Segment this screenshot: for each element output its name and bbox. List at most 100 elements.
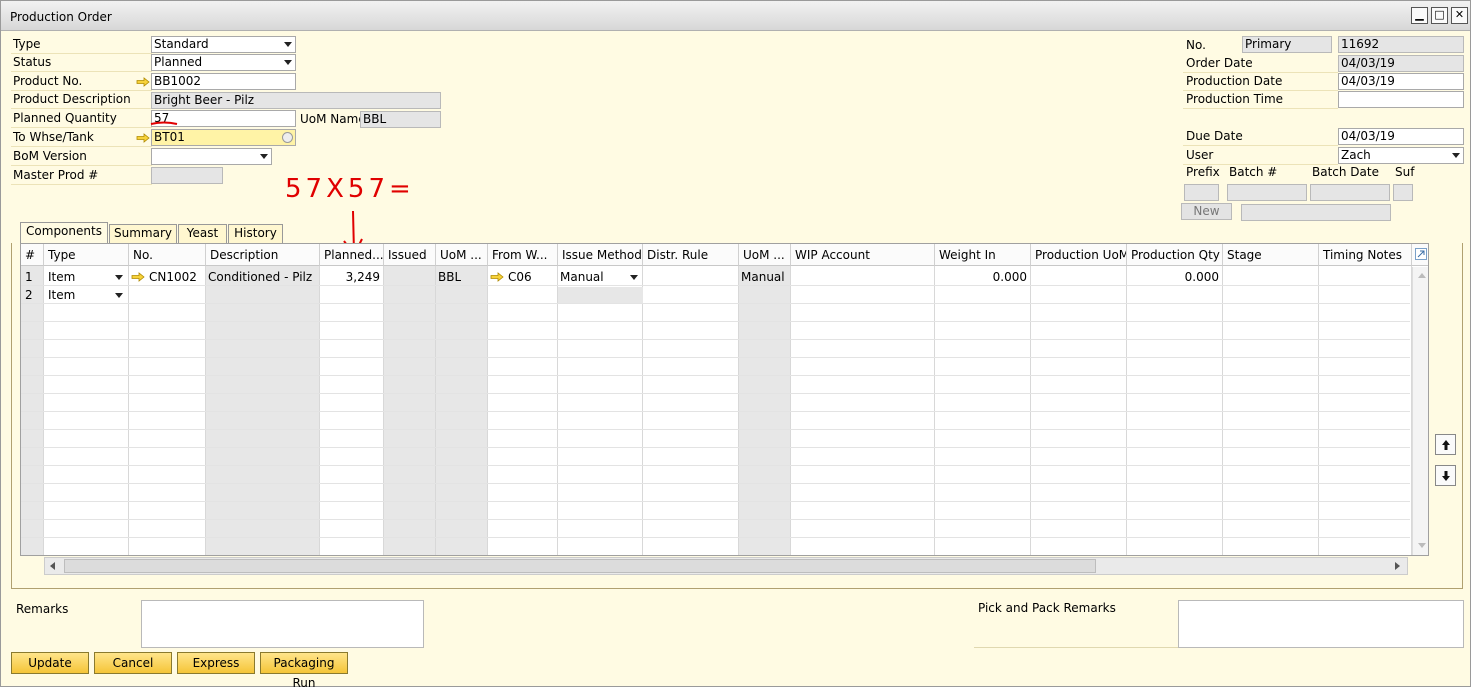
tab-history[interactable]: History: [228, 224, 283, 243]
row-item-no[interactable]: CN1002: [149, 269, 197, 286]
express-button[interactable]: Express: [177, 652, 255, 674]
row-type-select[interactable]: Item: [48, 287, 126, 304]
series-select[interactable]: Primary: [1242, 36, 1332, 53]
col-header-planned[interactable]: Planned...: [320, 244, 384, 266]
grid-row-line: [21, 447, 1410, 448]
row-number: 2: [25, 288, 33, 302]
row-weight-in[interactable]: 0.000: [935, 269, 1027, 286]
scroll-up-icon[interactable]: [1418, 273, 1426, 278]
grid-row-line: [21, 375, 1410, 376]
tab-components[interactable]: Components: [20, 222, 108, 243]
row-from-whse[interactable]: C06: [508, 269, 532, 286]
remarks-textarea[interactable]: [141, 600, 424, 648]
cancel-button[interactable]: Cancel: [94, 652, 172, 674]
suf-field: [1393, 184, 1413, 201]
link-arrow-icon[interactable]: [131, 272, 145, 282]
production-time-field[interactable]: [1338, 91, 1464, 108]
maximize-icon[interactable]: □: [1431, 7, 1448, 24]
expand-grid-icon[interactable]: [1412, 244, 1428, 266]
grid-row-line: [21, 339, 1410, 340]
col-header-wip-account[interactable]: WIP Account: [791, 244, 935, 266]
order-date-label: Order Date: [1186, 56, 1253, 70]
col-header-production-uom[interactable]: Production UoM: [1031, 244, 1127, 266]
row-production-qty[interactable]: 0.000: [1127, 269, 1219, 286]
master-prod-label: Master Prod #: [13, 168, 99, 182]
status-label: Status: [13, 55, 52, 69]
uom-name-field: BBL: [360, 111, 441, 128]
to-whse-label: To Whse/Tank: [13, 130, 94, 144]
col-header-uom[interactable]: UoM ...: [436, 244, 488, 266]
grid-row-line: [21, 483, 1410, 484]
col-header-description[interactable]: Description: [206, 244, 320, 266]
remarks-label: Remarks: [16, 602, 69, 616]
production-order-window: Production Order ▁ □ ✕ Type Standard Sta…: [0, 0, 1471, 690]
col-header-distr-rule[interactable]: Distr. Rule: [643, 244, 739, 266]
vertical-scrollbar[interactable]: [1412, 267, 1428, 555]
pick-pack-remarks-label: Pick and Pack Remarks: [978, 601, 1116, 615]
chevron-down-icon: [260, 154, 268, 159]
red-underline-mark: [150, 121, 178, 125]
production-date-field[interactable]: 04/03/19: [1338, 73, 1464, 90]
minimize-icon[interactable]: ▁: [1411, 7, 1428, 24]
update-button[interactable]: Update: [11, 652, 89, 674]
scrollbar-thumb[interactable]: [64, 559, 1096, 573]
row-issue-method-select[interactable]: Manual: [560, 269, 641, 286]
row-type-select[interactable]: Item: [48, 269, 126, 286]
components-grid: # Type No. Description Planned... Issued…: [20, 243, 1429, 556]
new-batch-button[interactable]: New: [1181, 203, 1232, 220]
planned-quantity-label: Planned Quantity: [13, 111, 117, 125]
order-date-field: 04/03/19: [1338, 55, 1464, 72]
uom-name-label: UoM Name: [300, 112, 366, 126]
scroll-right-icon[interactable]: [1395, 562, 1400, 570]
scroll-left-icon[interactable]: [50, 562, 55, 570]
row-planned-qty[interactable]: 3,249: [320, 269, 380, 286]
list-icon[interactable]: [282, 132, 293, 143]
col-header-issue-method[interactable]: Issue Method: [558, 244, 643, 266]
link-arrow-icon[interactable]: [490, 272, 504, 282]
col-header-stage[interactable]: Stage: [1223, 244, 1319, 266]
col-header-production-qty[interactable]: Production Qty: [1127, 244, 1223, 266]
row-description: Conditioned - Pilz: [208, 270, 313, 284]
col-header-issued[interactable]: Issued: [384, 244, 436, 266]
col-header-type[interactable]: Type: [44, 244, 129, 266]
title-bar: Production Order ▁ □ ✕: [1, 1, 1470, 31]
horizontal-scrollbar[interactable]: [44, 557, 1408, 575]
due-date-label: Due Date: [1186, 129, 1243, 143]
batch-number-field: [1241, 204, 1391, 221]
batch-date-label: Batch Date: [1312, 165, 1379, 179]
type-label: Type: [13, 37, 41, 51]
tab-summary[interactable]: Summary: [109, 224, 177, 243]
type-select[interactable]: Standard: [151, 36, 296, 53]
arrow-down-icon: [1442, 471, 1450, 481]
col-header-num[interactable]: #: [21, 244, 44, 266]
chevron-down-icon: [284, 60, 292, 65]
due-date-field[interactable]: 04/03/19: [1338, 128, 1464, 145]
move-row-down-button[interactable]: [1435, 465, 1456, 486]
tab-yeast[interactable]: Yeast: [178, 224, 227, 243]
close-icon[interactable]: ✕: [1451, 7, 1468, 24]
col-header-uom2[interactable]: UoM ...: [739, 244, 791, 266]
link-arrow-icon[interactable]: [136, 77, 150, 87]
col-header-from-whse[interactable]: From W...: [488, 244, 558, 266]
prefix-field: [1184, 184, 1219, 201]
grid-row-line: [21, 321, 1410, 322]
link-arrow-icon[interactable]: [136, 133, 150, 143]
master-prod-field: [151, 167, 223, 184]
scroll-down-icon[interactable]: [1418, 543, 1426, 548]
col-header-no[interactable]: No.: [129, 244, 206, 266]
user-select[interactable]: Zach: [1338, 147, 1464, 164]
no-label: No.: [1186, 38, 1206, 52]
handwritten-annotation: 57X57=: [285, 174, 411, 203]
col-header-timing-notes[interactable]: Timing Notes: [1319, 244, 1412, 266]
batch-field: [1227, 184, 1307, 201]
pick-pack-remarks-textarea[interactable]: [1178, 600, 1464, 648]
col-header-weight-in[interactable]: Weight In: [935, 244, 1031, 266]
product-no-field[interactable]: BB1002: [151, 73, 296, 90]
to-whse-field[interactable]: BT01: [151, 129, 296, 146]
move-row-up-button[interactable]: [1435, 434, 1456, 455]
chevron-down-icon: [1452, 153, 1460, 158]
row-number: 1: [25, 270, 33, 284]
status-select[interactable]: Planned: [151, 54, 296, 71]
bom-version-select[interactable]: [151, 148, 272, 165]
packaging-run-button[interactable]: Packaging Run: [260, 652, 348, 690]
